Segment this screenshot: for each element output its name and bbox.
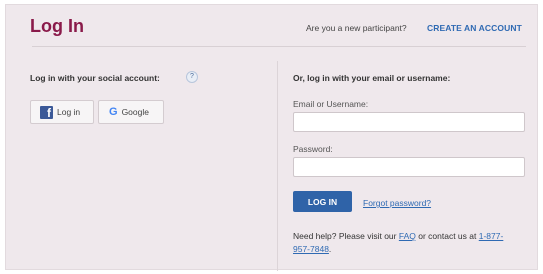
login-panel: Log In Are you a new participant? CREATE…: [5, 4, 538, 271]
password-label: Password:: [293, 144, 333, 154]
page-title: Log In: [30, 16, 84, 36]
email-login-heading: Or, log in with your email or username:: [293, 73, 451, 83]
help-prefix: Need help? Please visit our: [293, 231, 397, 241]
create-account-link[interactable]: CREATE AN ACCOUNT: [427, 23, 522, 33]
username-label: Email or Username:: [293, 99, 369, 109]
facebook-icon: [40, 105, 53, 120]
help-middle: or contact us at: [418, 231, 477, 241]
social-login-heading: Log in with your social account:: [30, 73, 160, 83]
faq-link[interactable]: FAQ: [399, 231, 416, 241]
facebook-login-button[interactable]: Log in: [30, 100, 94, 124]
login-button[interactable]: LOG IN: [293, 191, 352, 212]
forgot-password-link[interactable]: Forgot password?: [363, 198, 431, 208]
username-input[interactable]: [293, 112, 525, 132]
help-icon[interactable]: ?: [186, 71, 198, 83]
help-suffix: .: [328, 244, 332, 254]
new-participant-text: Are you a new participant?: [306, 23, 407, 33]
google-button-label: Google: [121, 107, 149, 117]
password-input[interactable]: [293, 157, 525, 177]
help-text: Need help? Please visit our FAQ or conta…: [293, 230, 518, 256]
google-login-button[interactable]: G Google: [98, 100, 164, 124]
facebook-button-label: Log in: [57, 107, 81, 117]
header-divider: [32, 46, 526, 47]
google-icon: G: [109, 106, 118, 118]
column-divider: [277, 61, 278, 271]
